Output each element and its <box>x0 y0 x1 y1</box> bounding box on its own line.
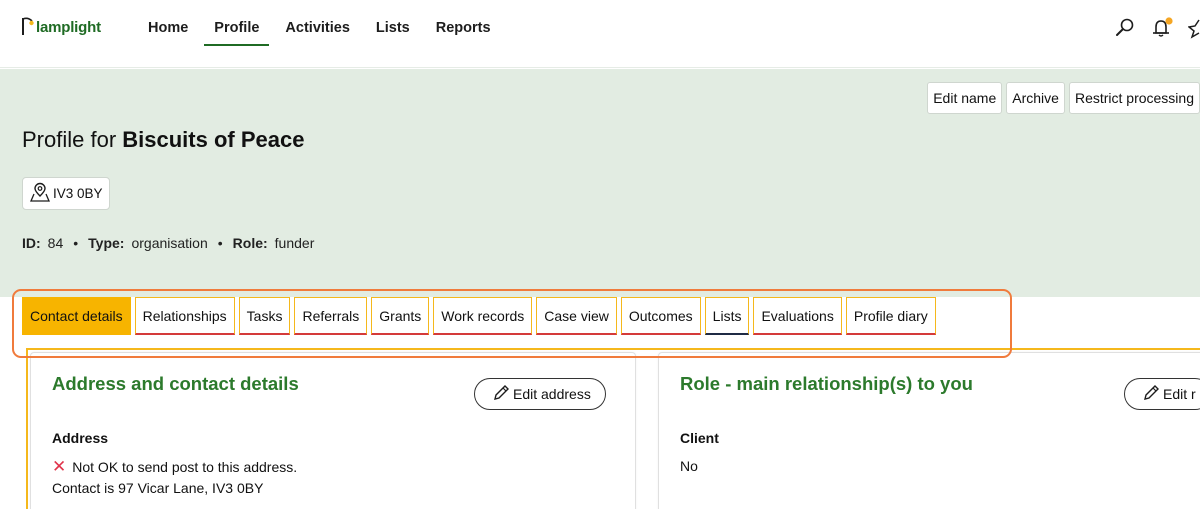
top-icons <box>1114 16 1200 40</box>
star-icon[interactable] <box>1188 17 1200 39</box>
id-label: ID: <box>22 235 41 251</box>
profile-header: Edit name Archive Restrict processing Pr… <box>0 69 1200 297</box>
map-pin-icon <box>29 181 51 206</box>
nav-lists[interactable]: Lists <box>366 0 420 46</box>
profile-meta: ID: 84 • Type: organisation • Role: fund… <box>22 235 314 251</box>
search-icon[interactable] <box>1114 17 1136 39</box>
pencil-icon <box>491 383 511 406</box>
type-label: Type: <box>88 235 125 251</box>
nav-activities[interactable]: Activities <box>275 0 359 46</box>
address-label: Address <box>52 430 109 446</box>
client-label: Client <box>680 430 719 446</box>
main-nav: Home Profile Activities Lists Reports <box>138 0 507 48</box>
address-card: Address and contact details Edit address… <box>30 352 636 509</box>
nav-profile[interactable]: Profile <box>204 0 270 46</box>
edit-role-label: Edit r <box>1163 386 1196 402</box>
title-prefix: Profile for <box>22 127 123 152</box>
nav-home[interactable]: Home <box>138 0 198 46</box>
edit-address-label: Edit address <box>513 386 591 402</box>
role-card-title: Role - main relationship(s) to you <box>680 373 973 394</box>
page-title: Profile for Biscuits of Peace <box>22 126 304 154</box>
role-value: funder <box>274 235 315 251</box>
role-label: Role: <box>232 235 268 251</box>
meta-separator: • <box>73 235 79 251</box>
type-value: organisation <box>131 235 208 251</box>
client-value: No <box>680 458 698 474</box>
contact-address: Contact is 97 Vicar Lane, IV3 0BY <box>52 480 264 496</box>
logo-text: lamplight <box>36 19 101 36</box>
bell-icon[interactable] <box>1150 16 1174 40</box>
profile-name: Biscuits of Peace <box>122 127 305 152</box>
postcode-text: IV3 0BY <box>53 186 103 201</box>
address-card-title: Address and contact details <box>52 373 299 394</box>
lamplight-logo[interactable]: lamplight <box>20 16 101 36</box>
post-status: ✕ Not OK to send post to this address. <box>52 457 297 477</box>
postcode-chip[interactable]: IV3 0BY <box>22 177 110 210</box>
nav-reports[interactable]: Reports <box>426 0 501 46</box>
tabs-highlight <box>12 289 1012 358</box>
lamp-icon <box>22 17 34 35</box>
app-page: lamplight Home Profile Activities Lists … <box>0 0 1200 509</box>
header-actions: Edit name Archive Restrict processing <box>927 82 1200 114</box>
id-value: 84 <box>47 235 64 251</box>
restrict-processing-button[interactable]: Restrict processing <box>1068 82 1200 114</box>
post-status-text: Not OK to send post to this address. <box>72 459 298 475</box>
cross-icon: ✕ <box>52 457 67 476</box>
edit-address-button[interactable]: Edit address <box>474 378 606 410</box>
meta-separator: • <box>217 235 223 251</box>
edit-role-button[interactable]: Edit r <box>1124 378 1200 410</box>
edit-name-button[interactable]: Edit name <box>927 82 1003 114</box>
top-nav-bar: lamplight Home Profile Activities Lists … <box>0 0 1200 68</box>
archive-button[interactable]: Archive <box>1006 82 1065 114</box>
pencil-icon <box>1141 383 1161 406</box>
role-card: Role - main relationship(s) to you Edit … <box>658 352 1200 509</box>
